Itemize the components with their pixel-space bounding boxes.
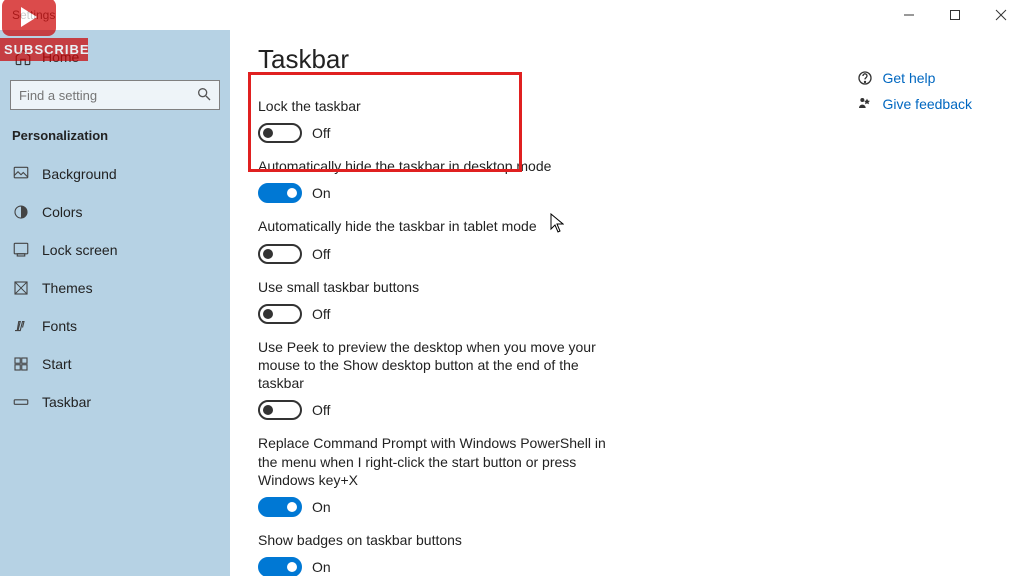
sidebar-item-background[interactable]: Background: [0, 155, 230, 193]
toggle-state: Off: [312, 306, 330, 322]
setting-2: Automatically hide the taskbar in tablet…: [258, 217, 618, 263]
setting-label: Use small taskbar buttons: [258, 278, 618, 296]
toggle-row: Off: [258, 123, 618, 143]
toggle-switch[interactable]: [258, 304, 302, 324]
setting-4: Use Peek to preview the desktop when you…: [258, 338, 618, 421]
sidebar-item-colors[interactable]: Colors: [0, 193, 230, 231]
nav-label: Taskbar: [42, 394, 91, 410]
toggle-switch[interactable]: [258, 497, 302, 517]
nav-icon: [12, 203, 30, 221]
home-icon: [14, 48, 32, 66]
toggle-state: On: [312, 499, 331, 515]
setting-label: Replace Command Prompt with Windows Powe…: [258, 434, 618, 489]
help-icon: [857, 70, 873, 86]
sidebar-item-fonts[interactable]: Fonts: [0, 307, 230, 345]
setting-5: Replace Command Prompt with Windows Powe…: [258, 434, 618, 517]
setting-3: Use small taskbar buttons Off: [258, 278, 618, 324]
home-nav[interactable]: Home: [0, 42, 230, 80]
sidebar-item-taskbar[interactable]: Taskbar: [0, 383, 230, 421]
setting-label: Show badges on taskbar buttons: [258, 531, 618, 549]
home-label: Home: [42, 49, 79, 65]
right-links: Get help Give feedback: [857, 70, 973, 112]
titlebar: Settings: [0, 0, 1024, 30]
window-title: Settings: [12, 8, 55, 22]
toggle-switch[interactable]: [258, 244, 302, 264]
toggle-state: Off: [312, 246, 330, 262]
toggle-row: On: [258, 183, 618, 203]
toggle-switch[interactable]: [258, 557, 302, 576]
nav-icon: [12, 393, 30, 411]
nav-icon: [12, 317, 30, 335]
setting-label: Use Peek to preview the desktop when you…: [258, 338, 618, 393]
sidebar-item-start[interactable]: Start: [0, 345, 230, 383]
close-button[interactable]: [978, 0, 1024, 30]
window-controls: [886, 0, 1024, 30]
minimize-button[interactable]: [886, 0, 932, 30]
setting-label: Automatically hide the taskbar in deskto…: [258, 157, 618, 175]
toggle-state: On: [312, 559, 331, 575]
give-feedback-label: Give feedback: [883, 96, 973, 112]
search-wrap: [10, 80, 220, 110]
toggle-row: On: [258, 557, 618, 576]
nav-label: Lock screen: [42, 242, 117, 258]
get-help-label: Get help: [883, 70, 936, 86]
nav-icon: [12, 355, 30, 373]
nav-icon: [12, 165, 30, 183]
setting-label: Automatically hide the taskbar in tablet…: [258, 217, 618, 235]
nav-icon: [12, 279, 30, 297]
get-help-link[interactable]: Get help: [857, 70, 973, 86]
search-input[interactable]: [10, 80, 220, 110]
toggle-state: On: [312, 185, 331, 201]
maximize-button[interactable]: [932, 0, 978, 30]
toggle-row: Off: [258, 400, 618, 420]
setting-0: Lock the taskbar Off: [258, 97, 618, 143]
section-label: Personalization: [0, 128, 230, 155]
sidebar-item-lock-screen[interactable]: Lock screen: [0, 231, 230, 269]
nav-label: Background: [42, 166, 117, 182]
settings-list: Lock the taskbar Off Automatically hide th…: [258, 97, 994, 576]
nav-label: Colors: [42, 204, 82, 220]
toggle-switch[interactable]: [258, 183, 302, 203]
nav-label: Fonts: [42, 318, 77, 334]
give-feedback-link[interactable]: Give feedback: [857, 96, 973, 112]
toggle-state: Off: [312, 125, 330, 141]
setting-label: Lock the taskbar: [258, 97, 618, 115]
toggle-switch[interactable]: [258, 123, 302, 143]
nav-label: Start: [42, 356, 72, 372]
nav-list: Background Colors Lock screen Themes Fonts St…: [0, 155, 230, 421]
toggle-row: On: [258, 497, 618, 517]
setting-6: Show badges on taskbar buttons On: [258, 531, 618, 576]
toggle-switch[interactable]: [258, 400, 302, 420]
nav-label: Themes: [42, 280, 93, 296]
sidebar: SUBSCRIBE Home Personalization Backgroun…: [0, 30, 230, 576]
toggle-row: Off: [258, 304, 618, 324]
sidebar-item-themes[interactable]: Themes: [0, 269, 230, 307]
search-icon: [196, 86, 212, 102]
setting-1: Automatically hide the taskbar in deskto…: [258, 157, 618, 203]
toggle-row: Off: [258, 244, 618, 264]
toggle-state: Off: [312, 402, 330, 418]
feedback-icon: [857, 96, 873, 112]
nav-icon: [12, 241, 30, 259]
